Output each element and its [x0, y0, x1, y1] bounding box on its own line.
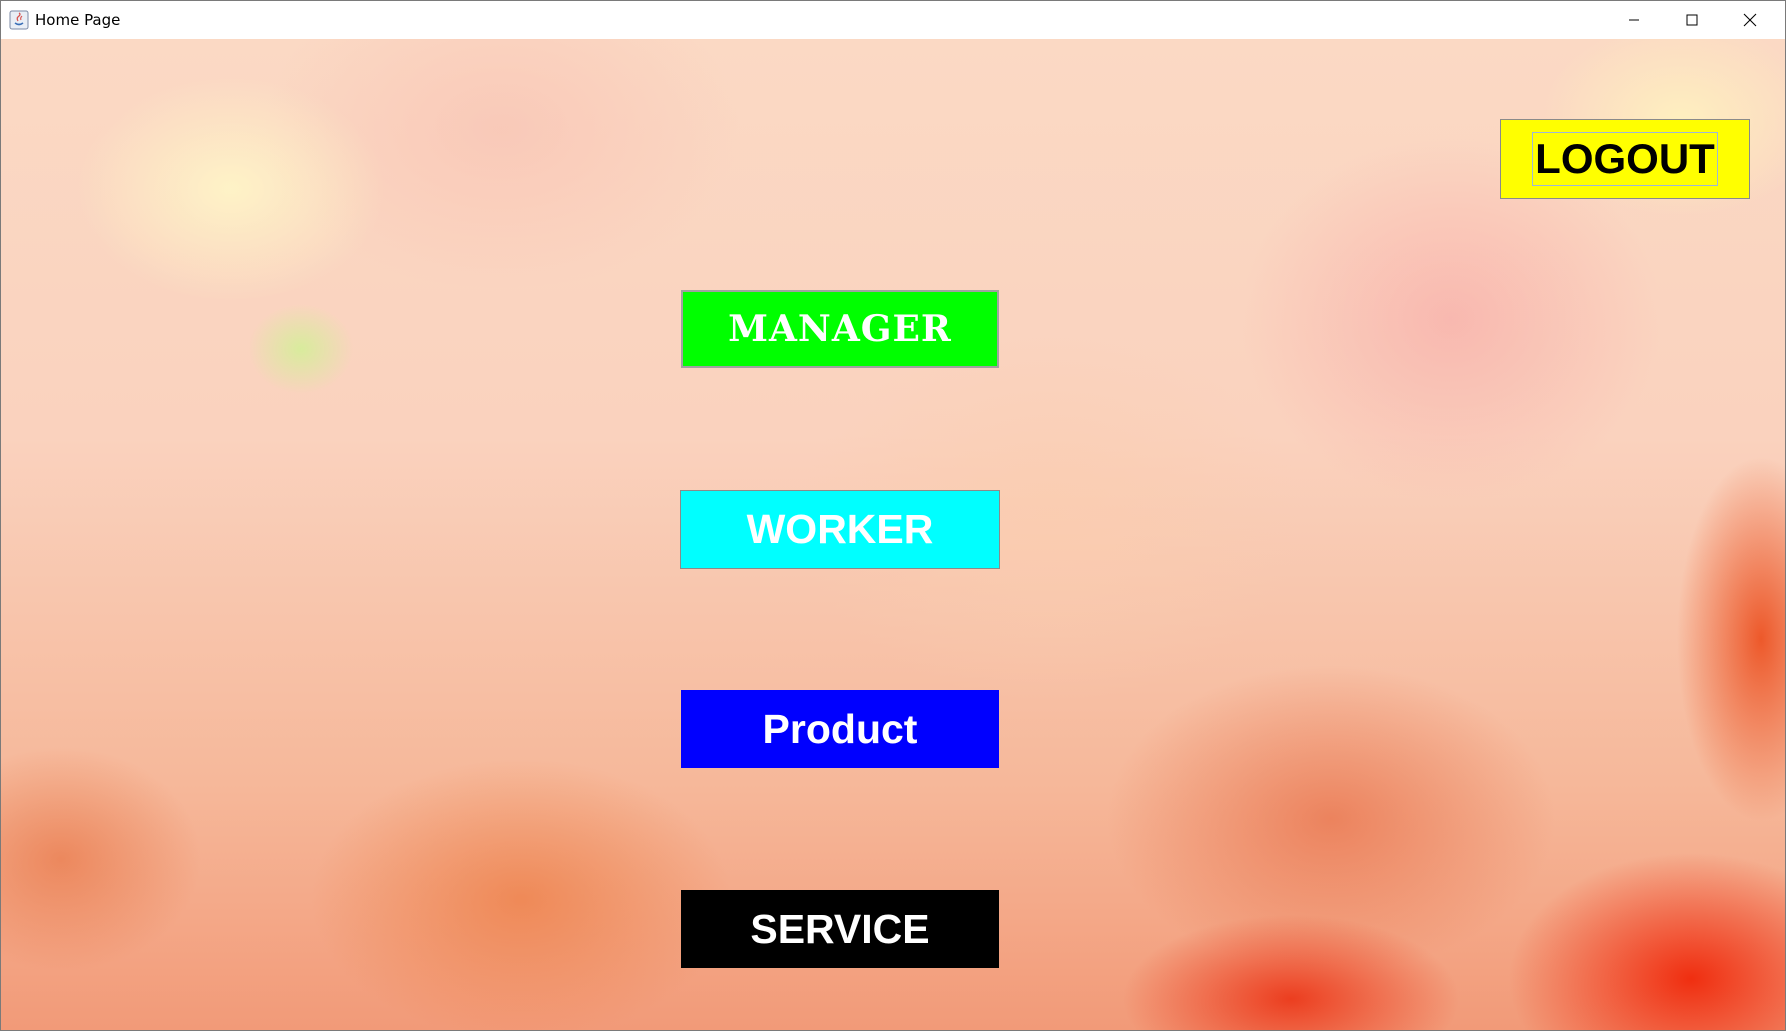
maximize-icon — [1686, 14, 1698, 26]
service-button[interactable]: SERVICE — [681, 890, 999, 968]
maximize-button[interactable] — [1663, 1, 1721, 39]
worker-button[interactable]: WORKER — [680, 490, 1000, 569]
close-button[interactable] — [1721, 1, 1779, 39]
application-window: Home Page LOGOUT MANAGER WORKER Product … — [0, 0, 1786, 1031]
title-bar[interactable]: Home Page — [1, 1, 1785, 40]
java-app-icon — [9, 10, 29, 30]
window-title: Home Page — [35, 11, 121, 29]
logout-label: LOGOUT — [1532, 132, 1718, 186]
manager-button[interactable]: MANAGER — [681, 290, 999, 368]
home-panel: LOGOUT MANAGER WORKER Product SERVICE — [1, 39, 1785, 1030]
close-icon — [1743, 13, 1757, 27]
product-button[interactable]: Product — [681, 690, 999, 768]
logout-button[interactable]: LOGOUT — [1500, 119, 1750, 199]
minimize-button[interactable] — [1605, 1, 1663, 39]
minimize-icon — [1629, 19, 1639, 21]
